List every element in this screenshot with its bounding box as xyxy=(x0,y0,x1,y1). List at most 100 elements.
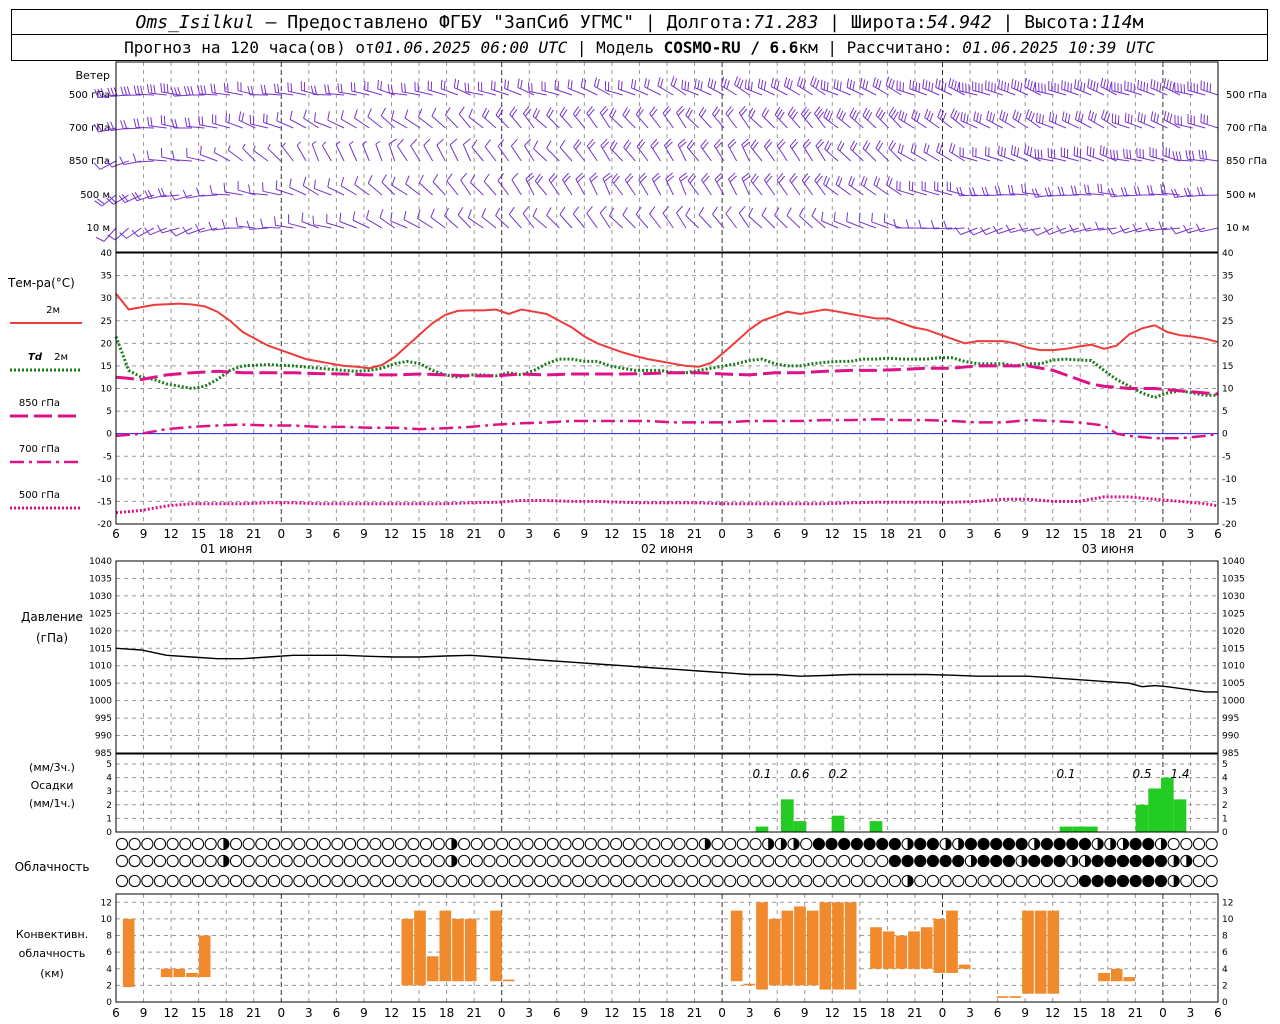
wind-barb-feather xyxy=(938,144,943,154)
cloud-cover-symbol xyxy=(1040,854,1054,868)
wind-barb-feather xyxy=(810,76,815,85)
wind-barb-feather xyxy=(925,80,928,90)
wind-barb-feather xyxy=(1170,226,1177,235)
wind-barb xyxy=(508,214,522,229)
conv-xtick: 0 xyxy=(718,1006,726,1020)
cloud-cover-partial xyxy=(1173,875,1180,887)
wind-barb xyxy=(335,144,345,162)
cloud-cover-symbol xyxy=(749,874,762,888)
wind-barb-feather xyxy=(580,78,584,88)
wind-barb xyxy=(391,184,408,196)
wind-barb-feather xyxy=(783,77,788,87)
wind-barb-feather xyxy=(611,109,617,119)
precip-ytick-left: 0 xyxy=(106,828,112,838)
wind-barb-feather xyxy=(923,143,927,152)
wind-barb-feather xyxy=(883,213,886,223)
wind-barb xyxy=(758,86,775,96)
wind-barb-feather xyxy=(468,108,473,118)
wind-barb xyxy=(859,86,877,96)
cloud-cover-partial xyxy=(1122,838,1129,850)
wind-barb-feather xyxy=(657,77,661,87)
wind-barb-feather xyxy=(510,138,518,147)
conv-xtick: 18 xyxy=(439,1006,454,1020)
temp-title: Тем-ра(°С) xyxy=(7,276,75,290)
wind-barb-feather xyxy=(410,138,418,147)
wind-barb-feather xyxy=(1178,151,1182,161)
wind-barb-feather xyxy=(1031,188,1036,198)
cloud-cover-symbol xyxy=(1015,837,1028,851)
conv-title-2: облачность xyxy=(19,947,86,960)
cloud-cover-symbol xyxy=(559,854,572,868)
wind-barb-feather xyxy=(467,83,470,93)
wind-barb-feather xyxy=(757,78,761,88)
wind-barb-feather xyxy=(235,217,238,227)
wind-barb-feather xyxy=(885,176,890,186)
wind-barb-feather xyxy=(811,207,817,217)
temp-xtick: 9 xyxy=(140,527,148,541)
cloud-cover-symbol xyxy=(825,854,838,868)
wind-barb-feather xyxy=(153,84,156,94)
wind-barb-feather xyxy=(1143,114,1146,124)
wind-barb-feather xyxy=(1156,81,1159,91)
date-label: 03 июня xyxy=(1082,542,1134,556)
wind-barb-feather xyxy=(1067,114,1071,124)
cloud-cover-symbol xyxy=(242,837,255,851)
wind-barb-feather xyxy=(199,145,202,155)
wind-barb-feather xyxy=(1163,184,1166,194)
cloud-cover-symbol xyxy=(1002,837,1016,851)
conv-xtick: 6 xyxy=(112,1006,120,1020)
cloud-cover-partial xyxy=(704,838,711,850)
temp-xtick: 6 xyxy=(112,527,120,541)
wind-barb-feather xyxy=(725,206,732,214)
wind-barb-feather xyxy=(183,86,188,96)
temp-xtick: 6 xyxy=(773,527,781,541)
wind-barb-feather xyxy=(1166,79,1169,89)
wind-barb xyxy=(572,213,586,229)
wind-barb xyxy=(311,144,320,162)
cloud-cover-symbol xyxy=(432,874,445,888)
wind-barb-feather xyxy=(773,79,777,89)
temp-xtick: 3 xyxy=(525,527,533,541)
wind-barb-feather xyxy=(750,81,753,91)
cloud-cover-symbol xyxy=(204,874,217,888)
cloud-cover-symbol xyxy=(331,837,344,851)
cloud-cover-symbol xyxy=(432,837,445,851)
wind-barb-feather xyxy=(380,81,382,91)
conv-xtick: 9 xyxy=(581,1006,589,1020)
cloud-cover-partial xyxy=(793,838,800,850)
temp-ytick-right: 15 xyxy=(1222,362,1233,372)
wind-barb xyxy=(678,178,687,196)
cloud-cover-symbol xyxy=(166,874,179,888)
cloud-cover-symbol xyxy=(584,874,597,888)
pres-ytick-left: 995 xyxy=(95,714,112,724)
wind-barb xyxy=(281,146,294,162)
cloud-cover-symbol xyxy=(483,874,496,888)
wind-barb xyxy=(580,86,598,96)
wind-barb xyxy=(835,184,851,196)
pres-ytick-left: 985 xyxy=(95,749,112,759)
wind-barb xyxy=(586,113,598,129)
wind-barb-feather xyxy=(1183,187,1188,197)
cloud-cover-symbol xyxy=(407,837,420,851)
wind-barb-feather xyxy=(981,186,986,196)
wind-barb-feather xyxy=(365,210,370,220)
wind-barb xyxy=(586,213,598,229)
wind-barb xyxy=(599,112,611,129)
wind-barb-feather xyxy=(321,141,327,146)
wind-barb-feather xyxy=(865,80,869,90)
temp-ytick-right: -5 xyxy=(1222,452,1231,462)
cloud-cover-partial xyxy=(451,855,458,867)
conv-bar xyxy=(401,918,414,986)
wind-barb-feather xyxy=(599,205,607,214)
cloud-cover-symbol xyxy=(293,837,306,851)
cloud-cover-symbol xyxy=(952,854,965,868)
wind-barb xyxy=(727,144,738,162)
cloud-cover-partial xyxy=(1160,838,1167,850)
wind-barb-feather xyxy=(873,176,878,185)
wind-barb-feather xyxy=(517,78,520,88)
cloud-cover-symbol xyxy=(838,874,851,888)
wind-barb-feather xyxy=(1030,112,1035,122)
conv-ytick-right: 2 xyxy=(1222,981,1228,991)
temp-xtick: 9 xyxy=(1021,527,1029,541)
wind-barb-feather xyxy=(1170,189,1176,198)
